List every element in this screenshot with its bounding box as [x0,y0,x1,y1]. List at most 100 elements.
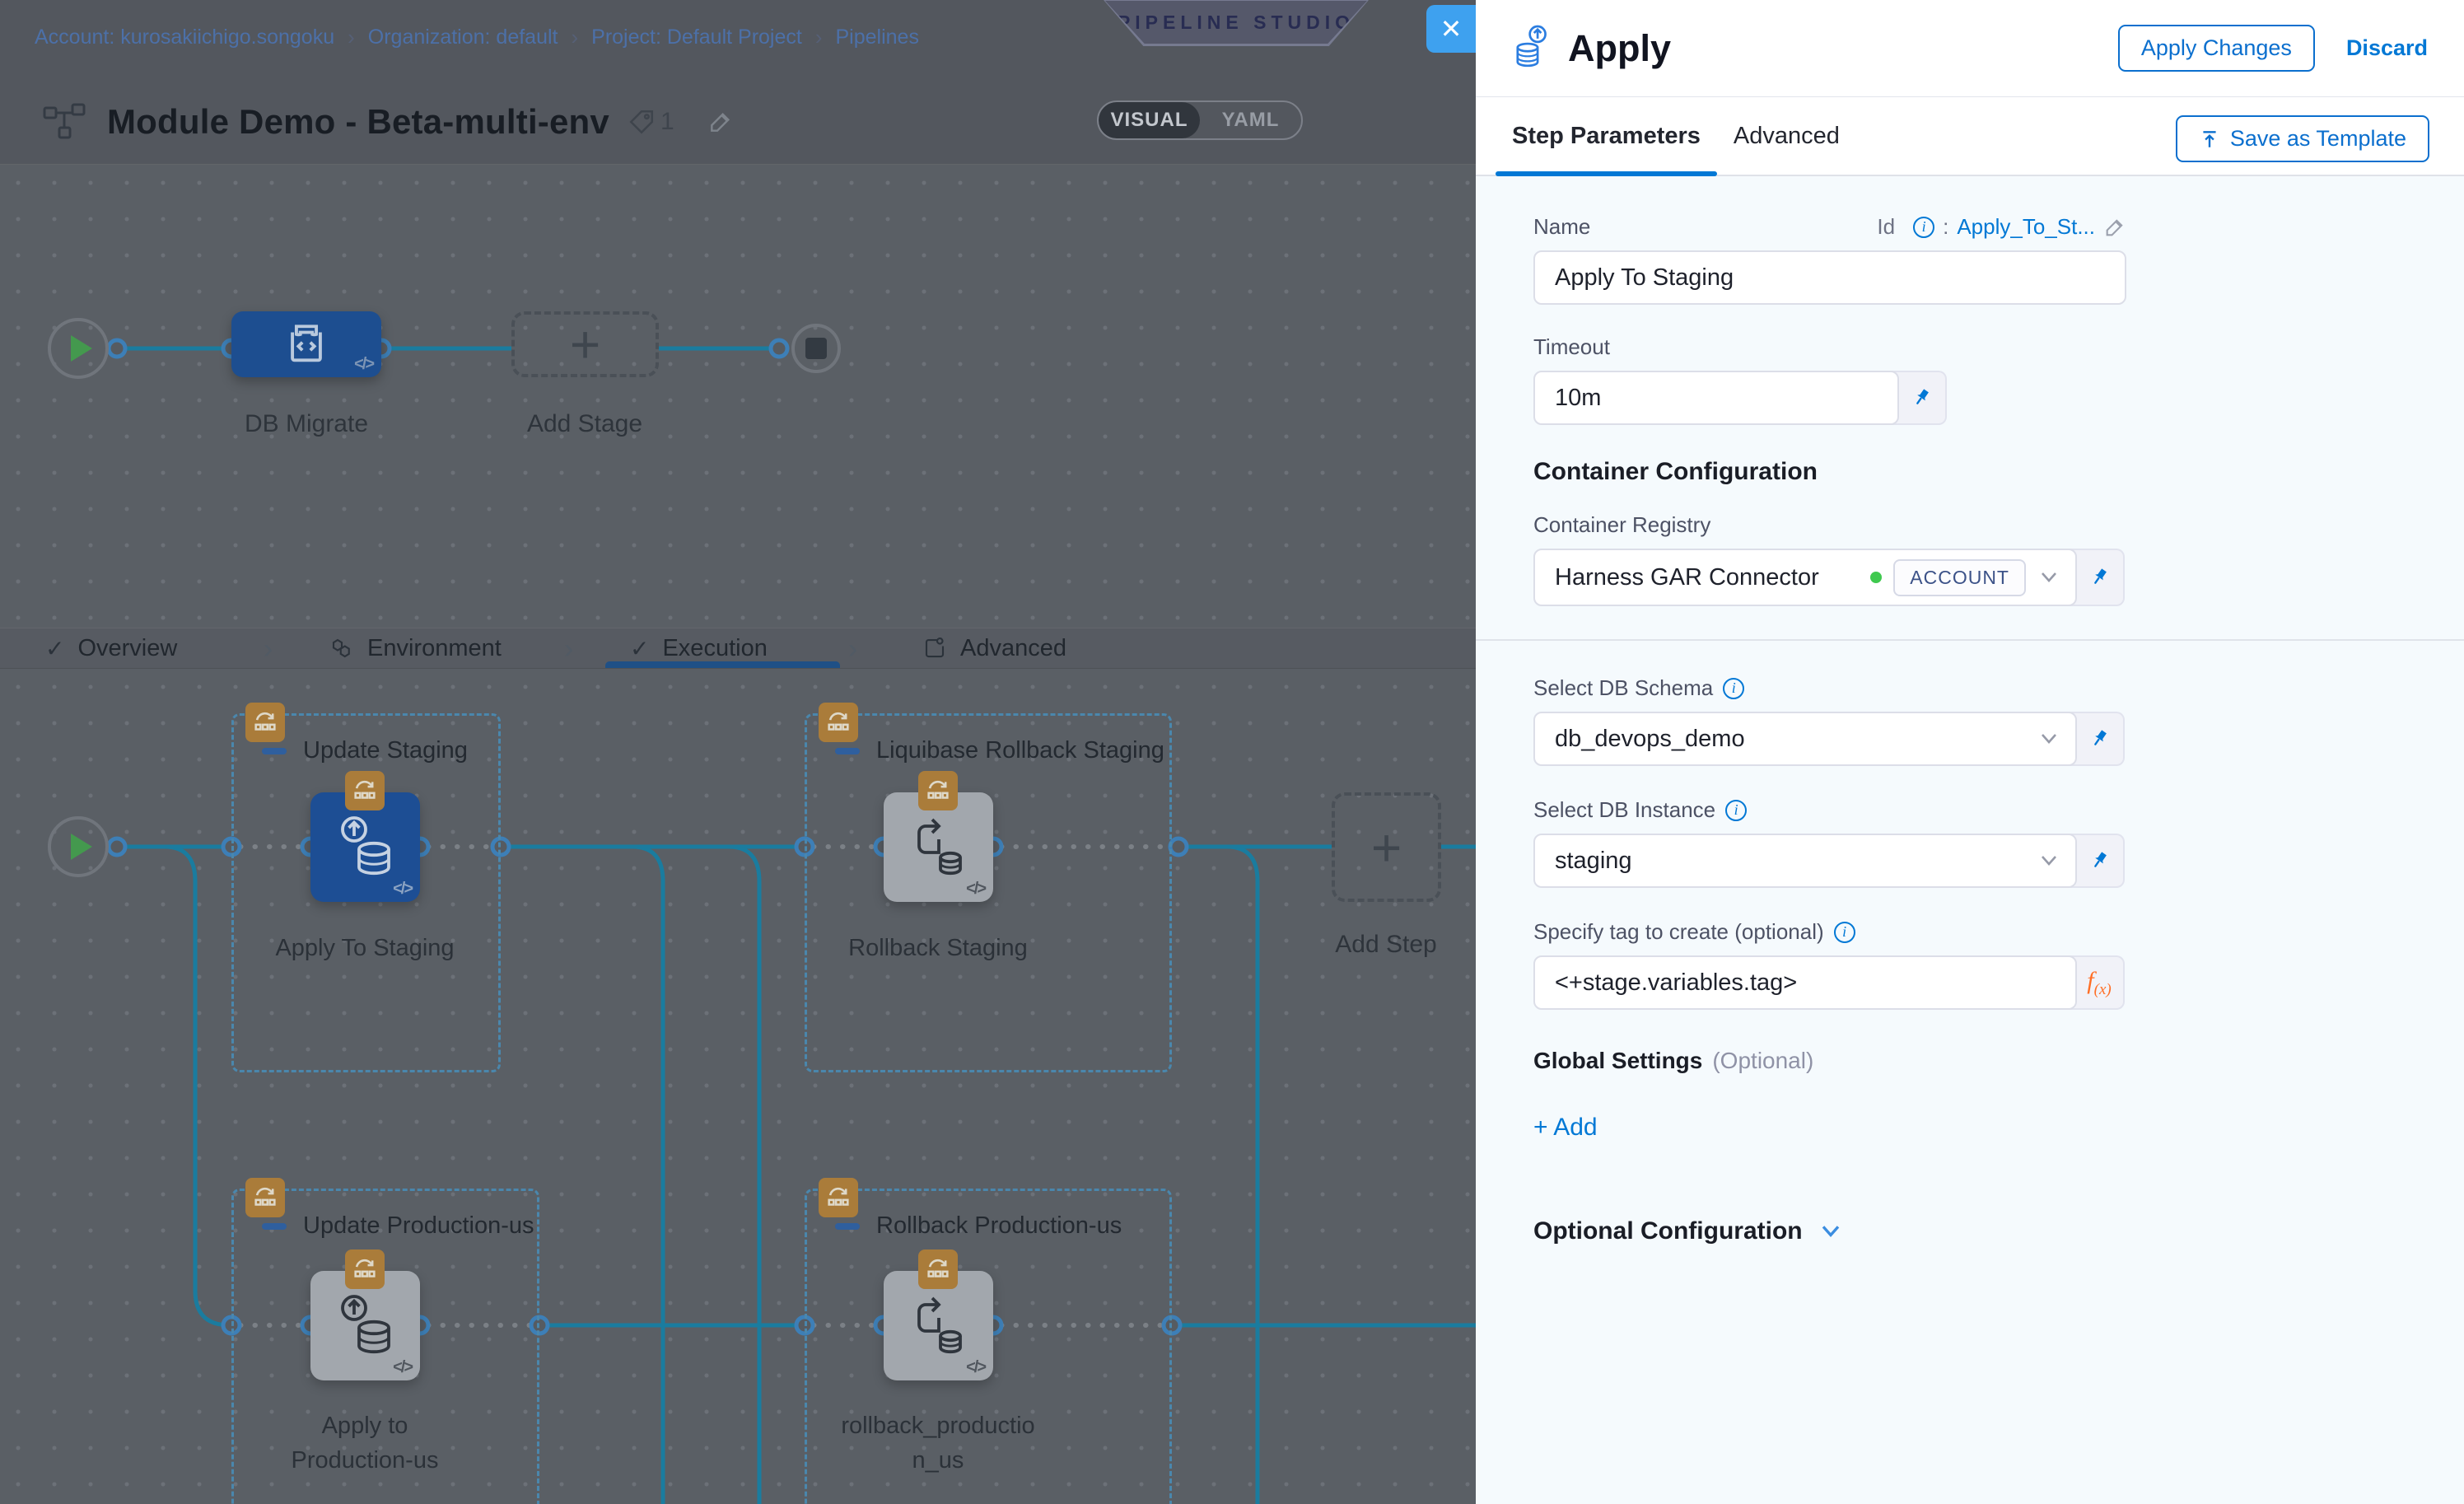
close-panel-button[interactable]: ✕ [1426,5,1476,53]
name-input[interactable] [1533,250,2126,305]
tag-label-text: Specify tag to create (optional) [1533,919,1824,945]
stage-node-db-migrate[interactable]: </> [231,311,381,377]
breadcrumb-account[interactable]: Account: kurosakiichigo.songoku [35,26,334,49]
container-registry-select[interactable]: Harness GAR Connector ACCOUNT [1533,549,2077,606]
chevron-right-icon: › [564,633,573,666]
pin-icon [2084,845,2116,877]
step-id-value[interactable]: Apply_To_St... [1957,214,2095,240]
tab-advanced-label: Advanced [1734,123,1840,150]
step-group-label: Update Staging [303,737,468,764]
step-node-apply-to-staging[interactable]: </> [310,792,420,902]
chevron-down-icon [2039,732,2059,745]
tag-count: 1 [660,108,674,136]
chevron-down-icon [1819,1224,1842,1239]
stage-connectors [0,165,1476,628]
step-label: Rollback Staging [835,931,1041,965]
tags: 1 [628,108,674,136]
chevron-down-icon [2039,854,2059,867]
pipeline-start-node [48,318,109,379]
connector-scope-badge: ACCOUNT [1893,559,2026,596]
edit-id-icon[interactable] [2103,216,2126,239]
environment-icon [329,636,354,661]
tab-execution-label: Execution [662,635,767,662]
yaml-toggle-button[interactable]: YAML [1200,102,1301,138]
step-group-label: Update Production-us [303,1212,534,1240]
tab-step-parameters[interactable]: Step Parameters [1496,97,1717,175]
save-as-template-label: Save as Template [2230,126,2406,152]
db-schema-select[interactable]: db_devops_demo [1533,712,2077,766]
info-icon[interactable]: i [1913,217,1934,238]
panel-title: Apply [1568,27,1671,70]
name-label: Name [1533,214,1590,240]
rollback-step-icon [906,813,972,882]
step-group-icon [819,703,858,742]
visual-toggle-button[interactable]: VISUAL [1099,102,1200,138]
global-settings-optional: (Optional) [1712,1048,1813,1074]
tab-overview-label: Overview [77,635,177,662]
play-icon [71,335,92,362]
step-group-icon [345,771,385,810]
container-configuration-heading: Container Configuration [1533,458,2406,486]
apply-changes-button[interactable]: Apply Changes [2118,25,2315,72]
pipeline-studio-badge-label: PIPELINE STUDIO [1118,12,1355,34]
db-instance-select[interactable]: staging [1533,834,2077,888]
pipeline-studio-badge: PIPELINE STUDIO [1104,0,1369,46]
stage-canvas[interactable]: </> DB Migrate + Add Stage [0,165,1476,628]
breadcrumb: Account: kurosakiichigo.songoku › Organi… [35,25,919,50]
step-node-rollback-production-us[interactable]: </> [884,1271,993,1380]
add-step-label: Add Step [1279,931,1476,959]
discard-button[interactable]: Discard [2346,35,2428,61]
execution-canvas[interactable]: Update Staging </> Apply To Staging [0,669,1476,1504]
collapse-group-button[interactable] [262,1223,287,1230]
code-icon: </> [966,1358,985,1377]
info-icon[interactable]: i [1834,922,1855,943]
step-node-rollback-staging[interactable]: </> [884,792,993,902]
collapse-group-button[interactable] [835,1223,860,1230]
global-settings-row: Global Settings (Optional) [1533,1048,2406,1074]
tab-step-parameters-label: Step Parameters [1512,123,1701,150]
rollback-step-icon [906,1291,972,1361]
code-icon: </> [354,355,373,374]
add-stage-button[interactable]: + [511,311,659,377]
collapse-group-button[interactable] [262,748,287,754]
plus-icon: + [1371,821,1402,874]
view-toggle: VISUAL YAML [1097,100,1303,140]
add-stage-label: Add Stage [478,410,692,438]
breadcrumb-organization[interactable]: Organization: default [368,26,558,49]
custom-stage-icon [282,320,330,368]
optional-configuration-toggle[interactable]: Optional Configuration [1533,1217,2406,1245]
container-registry-label: Container Registry [1533,512,2406,538]
breadcrumb-pipelines[interactable]: Pipelines [836,26,919,49]
optional-configuration-label: Optional Configuration [1533,1217,1803,1245]
tag-icon [628,108,656,136]
step-group-icon [819,1178,858,1217]
timeout-input[interactable] [1533,371,1899,425]
info-icon[interactable]: i [1723,678,1744,699]
apply-step-icon [333,1291,399,1361]
collapse-group-button[interactable] [835,748,860,754]
step-label: Apply To Staging [262,931,468,965]
edit-pipeline-icon[interactable] [707,109,734,135]
add-step-button[interactable]: + [1332,792,1441,902]
check-icon: ✓ [630,635,649,662]
breadcrumb-project[interactable]: Project: Default Project [591,26,802,49]
chevron-down-icon [2039,571,2059,584]
tab-advanced[interactable]: Advanced [1717,97,1856,175]
section-divider [1476,639,2464,641]
tab-advanced[interactable]: Advanced [922,628,1066,668]
upload-icon [2199,128,2220,150]
tag-input[interactable] [1533,955,2077,1010]
execution-start-node [48,816,109,877]
tab-environment[interactable]: Environment [329,628,502,668]
code-icon: </> [393,880,412,899]
step-node-apply-to-production-us[interactable]: </> [310,1271,420,1380]
save-as-template-button[interactable]: Save as Template [2176,115,2429,162]
info-icon[interactable]: i [1725,800,1747,821]
add-global-setting-button[interactable]: + Add [1533,1114,1598,1142]
db-schema-value: db_devops_demo [1555,726,1745,753]
stop-icon [805,338,827,359]
breadcrumb-separator: › [815,25,823,50]
tab-overview[interactable]: ✓ Overview [45,628,177,668]
connector-status-dot [1870,572,1882,583]
code-icon: </> [393,1358,412,1377]
